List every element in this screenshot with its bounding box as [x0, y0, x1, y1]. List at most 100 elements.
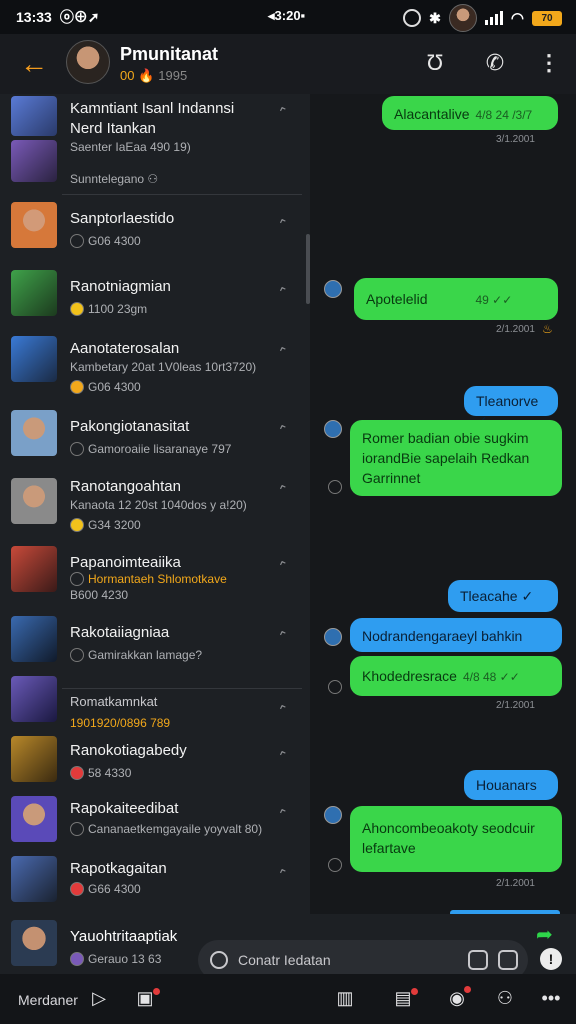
contact-name: Sanptorlaestido — [70, 210, 175, 227]
status-icon — [70, 380, 84, 394]
contact-preview: Hormantaeh Shlomotkave — [70, 572, 227, 586]
contact-name: Pakongiotanasitat — [70, 418, 190, 435]
chevron-icon: ⌃ — [275, 804, 292, 824]
list-item[interactable]: Papanoimteaiika Hormantaeh Shlomotkave B… — [0, 546, 306, 612]
status-avatar[interactable] — [448, 4, 477, 32]
notification-dot — [411, 988, 418, 995]
list-item[interactable]: Rakotaiiagniaa Gamirakkan lamage? ⌃ — [0, 616, 306, 680]
battery-icon: 70 — [532, 10, 562, 26]
contact-extra: G06 4300 — [70, 380, 141, 394]
contact-avatar — [11, 478, 57, 524]
message-time: 3/1.2001 — [496, 134, 535, 145]
message-bubble[interactable]: Nodrandengaraeyl bahkin — [350, 618, 562, 652]
contact-avatar — [11, 736, 57, 782]
sticker-icon[interactable] — [468, 950, 488, 970]
composer-bar: Yauohtritaaptiak Gerauo 13 63 Conatr Ied… — [0, 914, 576, 980]
list-item[interactable]: Sanptorlaestido G06 4300 ⌃ — [0, 202, 306, 266]
list-item[interactable]: Ranotangoahtan Kanaota 12 20st 1040dos y… — [0, 478, 306, 542]
list-item[interactable]: Kamntiant Isanl Indannsi Nerd Itankan Sa… — [0, 94, 306, 186]
status-icon — [70, 952, 84, 966]
composer-contact-name: Yauohtritaaptiak — [70, 928, 178, 945]
message-bubble[interactable]: Romer badian obie sugkim iorandBie sapel… — [350, 420, 562, 496]
contact-name: Ranotniagmian — [70, 278, 171, 295]
chevron-icon: ⌃ — [275, 342, 292, 362]
message-bubble[interactable]: Houanars — [464, 770, 558, 800]
more-options-icon[interactable]: ⋮ — [536, 50, 562, 76]
list-item[interactable]: Pakongiotanasitat Gamoroaiie lisaranaye … — [0, 410, 306, 474]
list-item[interactable]: Aanotaterosalan Kambetary 20at 1V0leas 1… — [0, 336, 306, 406]
sender-avatar — [324, 280, 342, 298]
sender-avatar — [324, 806, 342, 824]
back-arrow-icon[interactable]: ← — [20, 48, 48, 80]
status-icon — [70, 766, 84, 780]
contact-preview: Cananaetkemgayaile yoyvalt 80) — [70, 822, 262, 836]
contact-avatar — [11, 202, 57, 248]
play-icon[interactable]: ▷ — [88, 988, 110, 1010]
contact-name-line2: Nerd Itankan — [70, 120, 156, 137]
message-time: 2/1.2001 — [496, 324, 535, 335]
info-icon[interactable]: ! — [540, 948, 562, 970]
bottom-nav: Merdaner ▷ ▣ ▥ ▤ ◉ ⚇ ••• — [0, 974, 576, 1024]
more-icon[interactable]: ••• — [540, 988, 562, 1010]
contact-extra: B600 4230 — [70, 588, 129, 602]
contact-preview: G66 4300 — [70, 882, 141, 896]
list-item[interactable]: Ranotniagmian 1100 23gm ⌃ — [0, 270, 306, 334]
chat-subtitle: 00 🔥 1995 — [120, 68, 188, 83]
list-item[interactable]: Romatkamnkat 1901920/0896 789 ⌃ — [0, 676, 306, 730]
list-item[interactable]: Ranokotiagabedy 58 4330 ⌃ — [0, 736, 306, 786]
contact-preview: Gamirakkan lamage? — [70, 648, 202, 662]
status-icon — [70, 822, 84, 836]
contact-name: Rapotkagaitan — [70, 860, 167, 877]
contact-extra: Sunntelegano ⚇ — [70, 172, 159, 186]
contact-preview: Gamoroaiie lisaranaye 797 — [70, 442, 231, 456]
reaction-icon[interactable] — [328, 480, 342, 494]
send-arrow-icon[interactable]: ➦ — [536, 922, 553, 947]
contact-avatar — [11, 140, 57, 182]
message-time: 2/1.2001 — [496, 700, 535, 711]
message-bubble[interactable]: Khodedresrace 4/8 48 ✓✓ — [350, 656, 562, 696]
attach-icon[interactable] — [498, 950, 518, 970]
contact-avatar — [11, 616, 57, 662]
message-bubble[interactable]: Tleacahe ✓ — [448, 580, 558, 612]
contact-name: Papanoimteaiika — [70, 554, 181, 571]
reaction-icon[interactable] — [328, 858, 342, 872]
contact-avatar — [11, 856, 57, 902]
status-center-text: ◂3:20▪ — [268, 8, 306, 23]
profile-icon[interactable]: ⚇ — [494, 988, 516, 1010]
chevron-icon: ⌃ — [275, 864, 292, 884]
emoji-icon — [70, 302, 84, 316]
header-avatar[interactable] — [66, 40, 110, 84]
list-item[interactable]: Rapokaiteedibat Cananaetkemgayaile yoyva… — [0, 796, 306, 852]
location-icon — [403, 9, 422, 27]
status-icon — [70, 518, 84, 532]
composer-avatar[interactable] — [11, 920, 57, 966]
contact-extra: G34 3200 — [70, 518, 141, 532]
contact-preview: 58 4330 — [70, 766, 131, 780]
reaction-icon[interactable] — [328, 680, 342, 694]
message-bubble[interactable]: Alacantalive 4/8 24 /3/7 — [382, 96, 558, 130]
status-time: 13:33 — [16, 9, 52, 25]
chat-messages[interactable]: Alacantalive 4/8 24 /3/7 3/1.2001 Apotele… — [310, 94, 576, 914]
notification-dot — [464, 986, 471, 993]
message-bubble[interactable]: Ahoncombeoakoty seodcuir lefartave — [350, 806, 562, 872]
chat-title[interactable]: Pmunitanat — [120, 44, 218, 65]
notification-dot — [153, 988, 160, 995]
video-call-icon[interactable]: Ʊ — [422, 50, 448, 76]
list-item[interactable]: Rapotkagaitan G66 4300 ⌃ — [0, 856, 306, 912]
contact-name: Kamntiant Isanl Indannsi — [70, 100, 235, 117]
search-icon — [210, 951, 228, 969]
status-icon — [70, 648, 84, 662]
phone-call-icon[interactable]: ✆ — [482, 50, 508, 76]
chevron-icon: ⌃ — [275, 700, 292, 720]
contact-name: Aanotaterosalan — [70, 340, 180, 357]
book-icon[interactable]: ▥ — [334, 988, 356, 1010]
contact-list[interactable]: Kamntiant Isanl Indannsi Nerd Itankan Sa… — [0, 94, 310, 914]
message-bubble[interactable]: Tleanorve ✓ — [464, 386, 558, 429]
bluetooth-icon: ✱ — [429, 9, 441, 26]
chevron-icon: ⌃ — [275, 556, 292, 576]
fire-icon: ♨ — [542, 322, 553, 336]
contact-avatar — [11, 336, 57, 382]
message-bubble[interactable]: Apotelelid 49 ✓✓ — [354, 278, 558, 320]
contact-preview: Kanaota 12 20st 1040dos y a!20) — [70, 498, 247, 512]
nav-label[interactable]: Merdaner — [18, 992, 78, 1008]
